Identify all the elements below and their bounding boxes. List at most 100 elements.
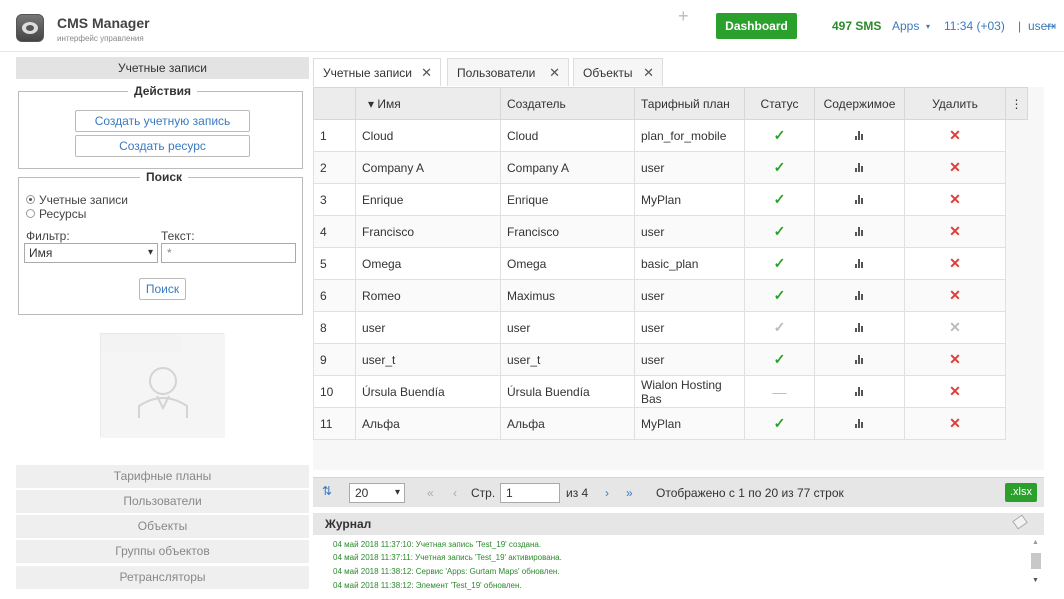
account-name[interactable]: Company A — [355, 151, 501, 184]
account-creator[interactable]: Omega — [500, 247, 635, 280]
account-plan[interactable]: user — [634, 215, 745, 248]
col-content[interactable]: Содержимое — [814, 87, 905, 120]
delete-icon[interactable]: ✕ — [949, 287, 961, 303]
table-row[interactable]: 9 user_t user_t user ✓ ✕ — [313, 343, 1028, 376]
add-tab-icon[interactable]: + — [678, 6, 689, 27]
prev-page-icon[interactable]: ‹ — [453, 486, 457, 500]
journal-scrollbar-thumb[interactable] — [1031, 553, 1041, 569]
account-creator[interactable]: Enrique — [500, 183, 635, 216]
search-text-input[interactable]: * — [161, 243, 296, 263]
col-delete[interactable]: Удалить — [904, 87, 1006, 120]
table-row[interactable]: 5 Omega Omega basic_plan ✓ ✕ — [313, 247, 1028, 280]
tab-users[interactable]: Пользователи ✕ — [447, 58, 569, 86]
content-chart-icon[interactable] — [854, 226, 865, 236]
account-name[interactable]: Cloud — [355, 119, 501, 152]
delete-icon[interactable]: ✕ — [949, 159, 961, 175]
account-name[interactable]: user_t — [355, 343, 501, 376]
clock[interactable]: 11:34 (+03) — [944, 19, 1005, 33]
account-name[interactable]: Альфа — [355, 407, 501, 440]
create-resource-button[interactable]: Создать ресурс — [75, 135, 250, 157]
account-plan[interactable]: plan_for_mobile — [634, 119, 745, 152]
delete-icon[interactable]: ✕ — [949, 415, 961, 431]
delete-icon[interactable]: ✕ — [949, 191, 961, 207]
account-creator[interactable]: Úrsula Buendía — [500, 375, 635, 408]
apps-menu[interactable]: Apps — [892, 19, 919, 33]
close-icon[interactable]: ✕ — [421, 59, 432, 87]
content-chart-icon[interactable] — [854, 130, 865, 140]
radio-accounts[interactable] — [26, 195, 35, 204]
column-menu-icon[interactable]: ⋮ — [1005, 87, 1028, 120]
scroll-down-icon[interactable]: ▼ — [1032, 577, 1039, 584]
table-row[interactable]: 4 Francisco Francisco user ✓ ✕ — [313, 215, 1028, 248]
account-creator[interactable]: Francisco — [500, 215, 635, 248]
account-plan[interactable]: user — [634, 343, 745, 376]
account-plan[interactable]: MyPlan — [634, 407, 745, 440]
col-creator[interactable]: Создатель — [500, 87, 635, 120]
account-name[interactable]: Enrique — [355, 183, 501, 216]
sms-counter[interactable]: 497 SMS — [832, 19, 881, 33]
account-name[interactable]: Omega — [355, 247, 501, 280]
account-name[interactable]: Francisco — [355, 215, 501, 248]
logout-icon[interactable]: ⇥ — [1046, 19, 1056, 33]
page-size-select[interactable]: 20 ▾ — [349, 483, 405, 503]
content-chart-icon[interactable] — [854, 322, 865, 332]
table-row[interactable]: 11 Альфа Альфа MyPlan ✓ ✕ — [313, 407, 1028, 440]
content-chart-icon[interactable] — [854, 354, 865, 364]
table-row[interactable]: 3 Enrique Enrique MyPlan ✓ ✕ — [313, 183, 1028, 216]
close-icon[interactable]: ✕ — [643, 59, 654, 87]
export-xlsx-button[interactable]: .xlsx — [1005, 483, 1037, 502]
nav-tariff-plans[interactable]: Тарифные планы — [16, 465, 309, 488]
account-name[interactable]: Romeo — [355, 279, 501, 312]
page-size-icon[interactable]: ⇅ — [322, 484, 332, 498]
status-active-icon[interactable]: ✓ — [774, 351, 786, 367]
content-chart-icon[interactable] — [854, 258, 865, 268]
dashboard-button[interactable]: Dashboard — [716, 13, 797, 39]
status-active-icon[interactable]: ✓ — [774, 159, 786, 175]
account-plan[interactable]: MyPlan — [634, 183, 745, 216]
table-row[interactable]: 10 Úrsula Buendía Úrsula Buendía Wialon Hos… — [313, 375, 1028, 408]
status-active-icon[interactable]: ✓ — [774, 223, 786, 239]
page-input[interactable]: 1 — [500, 483, 560, 503]
tab-units[interactable]: Объекты ✕ — [573, 58, 663, 86]
status-active-icon[interactable]: ✓ — [774, 415, 786, 431]
nav-unit-groups[interactable]: Группы объектов — [16, 540, 309, 563]
account-creator[interactable]: Cloud — [500, 119, 635, 152]
content-chart-icon[interactable] — [854, 386, 865, 396]
delete-icon[interactable]: ✕ — [949, 255, 961, 271]
status-active-icon[interactable]: ✓ — [774, 191, 786, 207]
account-plan[interactable]: basic_plan — [634, 247, 745, 280]
table-row[interactable]: 1 Cloud Cloud plan_for_mobile ✓ ✕ — [313, 119, 1028, 152]
close-icon[interactable]: ✕ — [549, 59, 560, 87]
col-plan[interactable]: Тарифный план — [634, 87, 745, 120]
account-creator[interactable]: user — [500, 311, 635, 344]
create-account-button[interactable]: Создать учетную запись — [75, 110, 250, 132]
delete-icon[interactable]: ✕ — [949, 223, 961, 239]
account-name[interactable]: Úrsula Buendía — [355, 375, 501, 408]
first-page-icon[interactable]: « — [427, 486, 434, 500]
content-chart-icon[interactable] — [854, 162, 865, 172]
scroll-up-icon[interactable]: ▲ — [1032, 539, 1039, 546]
tab-accounts[interactable]: Учетные записи ✕ — [313, 58, 441, 86]
account-plan[interactable]: Wialon Hosting Bas — [634, 375, 745, 408]
next-page-icon[interactable]: › — [605, 486, 609, 500]
nav-retranslators[interactable]: Ретрансляторы — [16, 566, 309, 589]
table-row[interactable]: 8 user user user ✓ ✕ — [313, 311, 1028, 344]
account-plan[interactable]: user — [634, 151, 745, 184]
nav-users[interactable]: Пользователи — [16, 490, 309, 513]
delete-icon[interactable]: ✕ — [949, 383, 961, 399]
nav-units[interactable]: Объекты — [16, 515, 309, 538]
delete-icon[interactable]: ✕ — [949, 351, 961, 367]
account-creator[interactable]: user_t — [500, 343, 635, 376]
filter-select[interactable]: Имя ▾ — [24, 243, 158, 263]
apps-caret-icon[interactable]: ▾ — [926, 22, 930, 31]
table-row[interactable]: 2 Company A Company Auser ✓ ✕ — [313, 151, 1028, 184]
account-creator[interactable]: Company A — [500, 151, 635, 184]
content-chart-icon[interactable] — [854, 418, 865, 428]
search-button[interactable]: Поиск — [139, 278, 186, 300]
radio-resources[interactable] — [26, 209, 35, 218]
account-creator[interactable]: Maximus — [500, 279, 635, 312]
status-active-icon[interactable]: ✓ — [774, 127, 786, 143]
account-name[interactable]: user — [355, 311, 501, 344]
content-chart-icon[interactable] — [854, 194, 865, 204]
col-status[interactable]: Статус — [744, 87, 815, 120]
